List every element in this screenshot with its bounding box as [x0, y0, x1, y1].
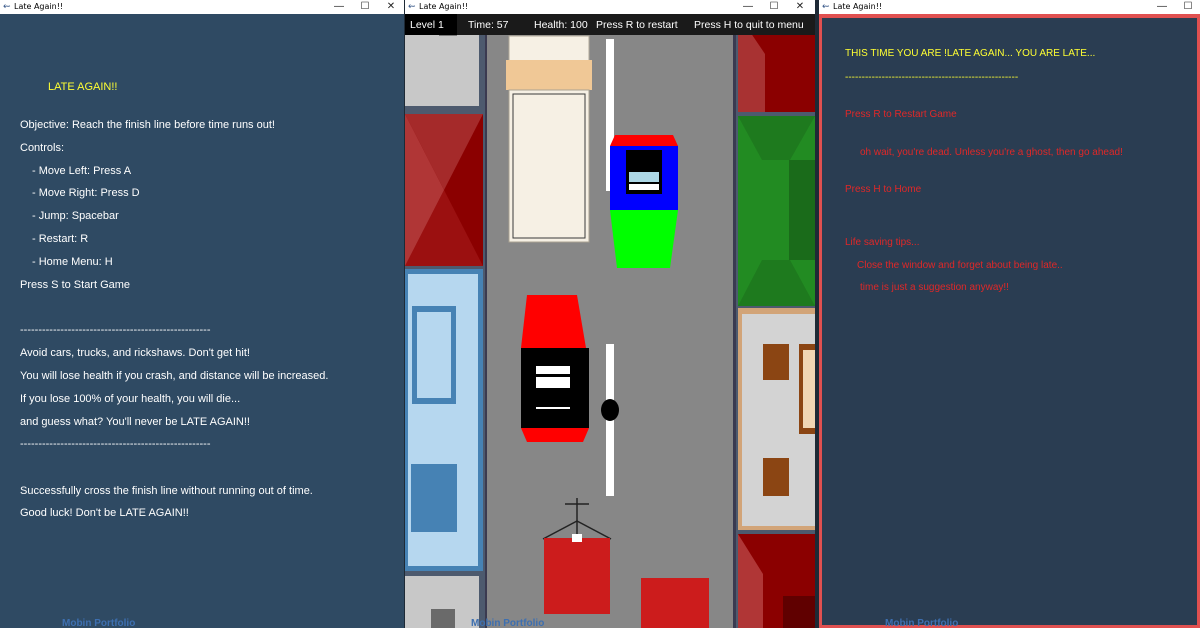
house-green-roof	[738, 116, 815, 306]
instructions-panel: LATE AGAIN!! Objective: Reach the finish…	[0, 14, 404, 628]
closing-line: Good luck! Don't be LATE AGAIN!!	[20, 507, 189, 519]
instructions-window: ⇜ Late Again!! — ☐ ✕ LATE AGAIN!! Object…	[0, 0, 404, 628]
title-bar[interactable]: ⇜ Late Again!! — ☐ ✕	[405, 0, 815, 14]
taskbar-peek-label: Mobin Portfolio	[62, 618, 136, 628]
title-bar[interactable]: ⇜ Late Again!! — ☐ ✕	[0, 0, 404, 14]
window-title: Late Again!!	[419, 2, 469, 11]
level-label: Level 1	[410, 19, 444, 31]
warning-line: Avoid cars, trucks, and rickshaws. Don't…	[20, 347, 250, 359]
control-move-right: - Move Right: Press D	[32, 187, 140, 199]
maximize-icon[interactable]: ☐	[761, 0, 787, 14]
close-icon[interactable]: ✕	[787, 0, 813, 14]
divider-top: ----------------------------------------…	[20, 324, 211, 336]
warning-line: and guess what? You'll never be LATE AGA…	[20, 416, 250, 428]
restart-prompt: Press R to Restart Game	[845, 109, 957, 120]
window-title: Late Again!!	[833, 2, 883, 11]
minimize-icon[interactable]: —	[1149, 0, 1175, 14]
app-icon: ⇜	[822, 1, 830, 11]
building-window	[431, 609, 455, 628]
house-red-roof	[738, 534, 815, 628]
control-move-left: - Move Left: Press A	[32, 165, 132, 177]
blue-car	[610, 135, 678, 268]
house-tan	[738, 308, 815, 530]
divider-bottom: ----------------------------------------…	[20, 438, 211, 450]
controls-label: Controls:	[20, 142, 65, 154]
closing-line: Successfully cross the finish line witho…	[20, 485, 313, 497]
game-over-panel: THIS TIME YOU ARE !LATE AGAIN... YOU ARE…	[819, 14, 1200, 628]
dead-message: oh wait, you're dead. Unless you're a gh…	[860, 147, 1123, 158]
title-bar[interactable]: ⇜ Late Again!! — ☐	[819, 0, 1200, 14]
game-window: ⇜ Late Again!! — ☐ ✕ Level 1 Time: 57 He…	[405, 0, 815, 628]
red-car	[521, 295, 589, 442]
tips-title: Life saving tips...	[845, 237, 920, 248]
health-label: Health: 100	[534, 19, 588, 31]
restart-hint: Press R to restart	[596, 19, 678, 31]
control-jump: - Jump: Spacebar	[32, 210, 119, 222]
house-light-blue	[405, 269, 483, 571]
window-title: Late Again!!	[14, 2, 64, 11]
objective-text: Objective: Reach the finish line before …	[20, 119, 275, 131]
player-icon[interactable]	[601, 399, 619, 421]
hud-bar: Level 1 Time: 57 Health: 100 Press R to …	[405, 14, 815, 35]
truck	[506, 35, 592, 243]
house-red-roof	[405, 114, 483, 266]
control-restart: - Restart: R	[32, 233, 89, 245]
game-heading: LATE AGAIN!!	[48, 81, 118, 93]
game-canvas[interactable]	[405, 14, 815, 628]
taskbar-peek-label: Mobin Portfolio	[885, 618, 959, 628]
maximize-icon[interactable]: ☐	[1175, 0, 1200, 14]
start-hint: Press S to Start Game	[20, 279, 131, 291]
warning-line: You will lose health if you crash, and d…	[20, 370, 329, 382]
right-buildings	[736, 14, 815, 628]
quit-hint: Press H to quit to menu	[694, 19, 804, 31]
taskbar-peek-label: Mobin Portfolio	[471, 618, 545, 628]
minimize-icon[interactable]: —	[735, 0, 761, 14]
time-label: Time: 57	[468, 19, 509, 31]
late-headline: THIS TIME YOU ARE !LATE AGAIN... YOU ARE…	[845, 48, 1096, 59]
close-icon[interactable]: ✕	[378, 0, 404, 14]
maximize-icon[interactable]: ☐	[352, 0, 378, 14]
left-buildings	[405, 14, 485, 628]
control-home: - Home Menu: H	[32, 256, 113, 268]
tip-line: time is just a suggestion anyway!!	[860, 282, 1009, 293]
app-icon: ⇜	[3, 1, 11, 11]
game-over-window: ⇜ Late Again!! — ☐ THIS TIME YOU ARE !LA…	[819, 0, 1200, 628]
divider: ----------------------------------------…	[845, 72, 1019, 83]
minimize-icon[interactable]: —	[326, 0, 352, 14]
home-prompt: Press H to Home	[845, 184, 922, 195]
app-icon: ⇜	[408, 1, 416, 11]
tip-line: Close the window and forget about being …	[857, 260, 1063, 271]
warning-line: If you lose 100% of your health, you wil…	[20, 393, 241, 405]
rickshaw	[641, 578, 709, 628]
